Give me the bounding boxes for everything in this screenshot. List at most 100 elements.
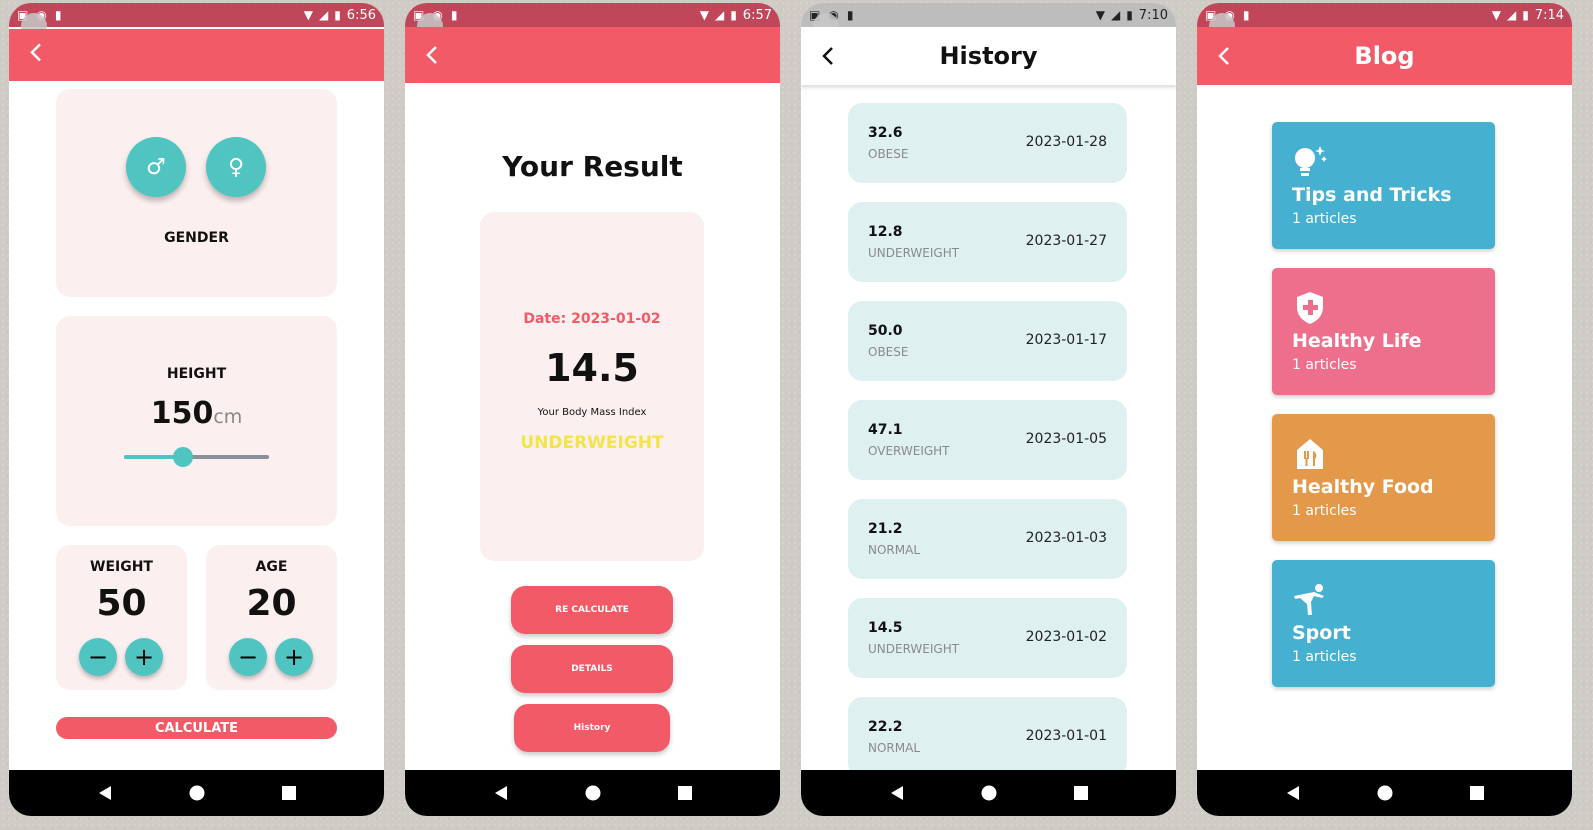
- history-date: 2023-01-02: [1025, 629, 1107, 645]
- history-category: UNDERWEIGHT: [868, 246, 960, 260]
- sd-card-icon: ▮: [54, 8, 62, 22]
- nav-recents-icon[interactable]: [677, 786, 692, 800]
- wifi-icon: ▼: [699, 8, 709, 22]
- blog-card-tips[interactable]: Tips and Tricks 1 articles: [1272, 122, 1495, 249]
- back-arrow-icon: [30, 43, 41, 62]
- blog-card-count: 1 articles: [1292, 649, 1357, 665]
- history-row[interactable]: 14.5 UNDERWEIGHT 2023-01-02: [848, 598, 1127, 678]
- height-label: HEIGHT: [166, 366, 227, 382]
- app-bar: [405, 27, 780, 83]
- height-value: 150: [150, 396, 214, 431]
- history-date: 2023-01-28: [1025, 134, 1107, 150]
- gender-card: ♂ ♀ GENDER: [56, 89, 337, 297]
- sd-card-icon: ▮: [1242, 8, 1250, 22]
- age-increment-button[interactable]: +: [275, 638, 313, 676]
- history-category: NORMAL: [868, 741, 921, 755]
- bmi-caption: Your Body Mass Index: [537, 407, 647, 418]
- nav-home-icon[interactable]: [189, 785, 205, 801]
- back-arrow-icon: [1218, 47, 1229, 65]
- blog-card-title: Tips and Tricks: [1292, 184, 1452, 206]
- blog-card-title: Healthy Life: [1292, 330, 1422, 352]
- age-value: 20: [246, 583, 297, 624]
- history-bmi: 21.2: [868, 521, 903, 537]
- back-button[interactable]: [1211, 43, 1237, 69]
- nav-recents-icon[interactable]: [281, 786, 296, 800]
- history-bmi: 32.6: [868, 125, 903, 141]
- history-row[interactable]: 47.1 OVERWEIGHT 2023-01-05: [848, 400, 1127, 480]
- history-date: 2023-01-17: [1025, 332, 1107, 348]
- phone-history: ▣ ◉ ▮ ▼ ◢ ▮ 7:10 History 32.6 OBESE 2023-0…: [801, 3, 1176, 816]
- weight-value: 50: [96, 583, 147, 624]
- nav-recents-icon[interactable]: [1073, 786, 1088, 800]
- blog-card-healthy-life[interactable]: Healthy Life 1 articles: [1272, 268, 1495, 395]
- history-date: 2023-01-01: [1025, 728, 1107, 744]
- height-slider-thumb[interactable]: [173, 447, 194, 467]
- weight-label: WEIGHT: [90, 559, 153, 575]
- gender-label: GENDER: [164, 230, 229, 246]
- wifi-icon: ▼: [303, 8, 313, 22]
- result-title: Your Result: [502, 150, 683, 183]
- blog-card-sport[interactable]: Sport 1 articles: [1272, 560, 1495, 687]
- nav-home-icon[interactable]: [981, 785, 997, 801]
- back-arrow-icon: [822, 47, 833, 65]
- blog-card-count: 1 articles: [1292, 211, 1357, 227]
- weight-decrement-button[interactable]: −: [79, 638, 117, 676]
- male-symbol-icon: ♂: [146, 154, 166, 180]
- wifi-icon: ▼: [1491, 8, 1501, 22]
- history-bmi: 12.8: [868, 224, 903, 240]
- history-row[interactable]: 21.2 NORMAL 2023-01-03: [848, 499, 1127, 579]
- details-button[interactable]: DETAILS: [511, 645, 673, 693]
- blog-card-healthy-food[interactable]: Healthy Food 1 articles: [1272, 414, 1495, 541]
- height-readout: 150cm: [56, 396, 337, 431]
- height-slider[interactable]: [124, 447, 269, 467]
- nav-home-icon[interactable]: [585, 785, 601, 801]
- recalculate-button[interactable]: RE CALCULATE: [511, 586, 673, 634]
- minus-icon: −: [237, 643, 259, 671]
- history-category: OVERWEIGHT: [868, 444, 950, 458]
- nav-back-icon[interactable]: [97, 785, 113, 801]
- wifi-icon: ▼: [1095, 8, 1105, 22]
- nav-back-icon[interactable]: [493, 785, 509, 801]
- battery-icon: ▮: [1522, 8, 1529, 22]
- bmi-value: 14.5: [545, 346, 639, 390]
- history-row[interactable]: 50.0 OBESE 2023-01-17: [848, 301, 1127, 381]
- blog-title: Blog: [1354, 42, 1415, 70]
- history-bmi: 14.5: [868, 620, 903, 636]
- history-row[interactable]: 12.8 UNDERWEIGHT 2023-01-27: [848, 202, 1127, 282]
- nav-home-icon[interactable]: [1377, 785, 1393, 801]
- history-category: UNDERWEIGHT: [868, 642, 960, 656]
- back-button[interactable]: [23, 39, 49, 65]
- nav-back-icon[interactable]: [889, 785, 905, 801]
- shield-plus-icon: [1297, 292, 1323, 324]
- back-button[interactable]: [815, 43, 841, 69]
- nav-back-icon[interactable]: [1285, 785, 1301, 801]
- blog-card-count: 1 articles: [1292, 357, 1357, 373]
- age-label: AGE: [255, 559, 288, 575]
- female-button[interactable]: ♀: [206, 137, 266, 197]
- signal-icon: ◢: [318, 8, 329, 22]
- battery-icon: ▮: [730, 8, 737, 22]
- blog-card-count: 1 articles: [1292, 503, 1357, 519]
- system-nav-bar: [9, 770, 384, 816]
- battery-icon: ▮: [1126, 8, 1133, 22]
- blog-card-title: Healthy Food: [1292, 476, 1434, 498]
- battery-icon: ▮: [334, 8, 341, 22]
- weight-increment-button[interactable]: +: [125, 638, 163, 676]
- system-nav-bar: [405, 770, 780, 816]
- history-row[interactable]: 32.6 OBESE 2023-01-28: [848, 103, 1127, 183]
- bmi-category: UNDERWEIGHT: [520, 433, 664, 453]
- history-category: OBESE: [868, 345, 909, 359]
- calculate-button[interactable]: CALCULATE: [56, 717, 337, 739]
- history-button[interactable]: History: [514, 704, 670, 752]
- back-button[interactable]: [419, 42, 445, 68]
- sd-card-icon: ▮: [846, 8, 854, 22]
- age-decrement-button[interactable]: −: [229, 638, 267, 676]
- history-row[interactable]: 22.2 NORMAL 2023-01-01: [848, 697, 1127, 777]
- result-date: Date: 2023-01-02: [523, 311, 661, 327]
- phone-result: ▣ ◉ ▮ ▼ ◢ ▮ 6:57 Your Result Date: 2023-…: [405, 3, 780, 816]
- male-button[interactable]: ♂: [126, 137, 186, 197]
- history-category: OBESE: [868, 147, 909, 161]
- signal-icon: ◢: [714, 8, 725, 22]
- blog-card-title: Sport: [1292, 622, 1351, 644]
- nav-recents-icon[interactable]: [1469, 786, 1484, 800]
